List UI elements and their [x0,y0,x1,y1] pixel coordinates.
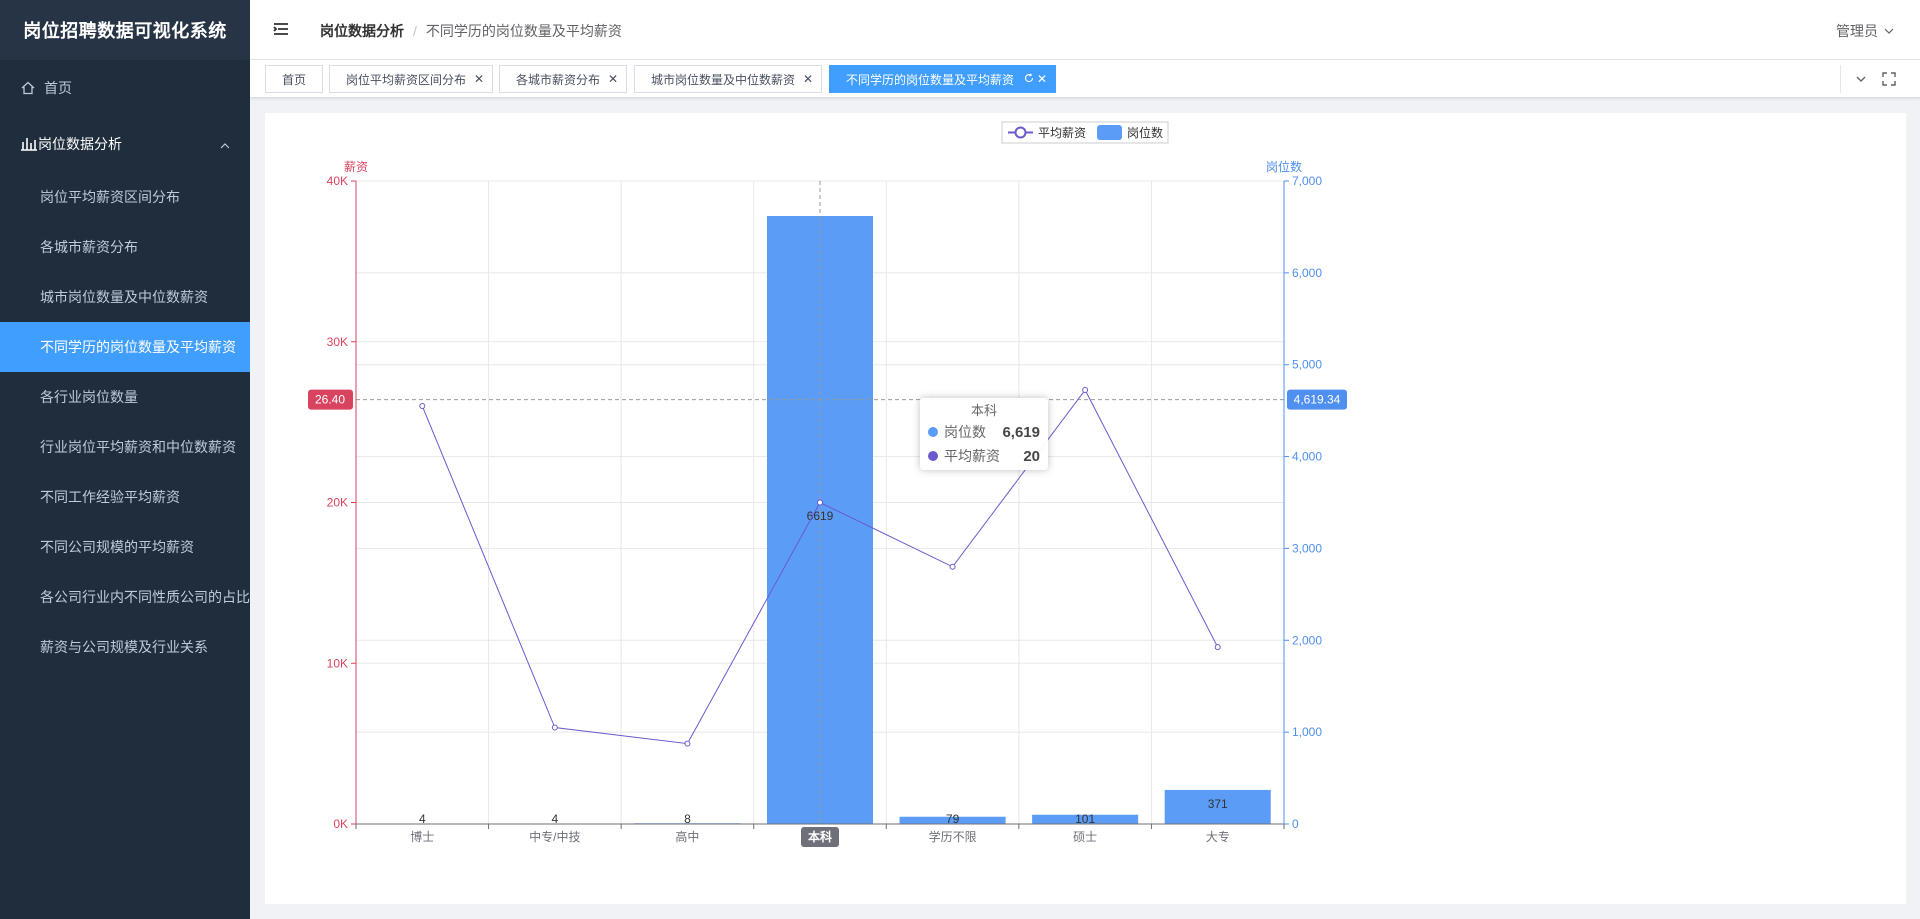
sidebar-submenu: 岗位平均薪资区间分布 各城市薪资分布 城市岗位数量及中位数薪资 不同学历的岗位数… [0,172,250,672]
sidebar-item-label: 首页 [44,80,72,96]
sidebar-item-experience[interactable]: 不同工作经验平均薪资 [0,472,250,522]
right-axis-tick-label: 6,000 [1292,266,1322,280]
tag-label: 岗位平均薪资区间分布 [346,72,467,87]
tooltip-title: 本科 [970,403,997,418]
x-axis-tick-label: 学历不限 [929,829,977,844]
x-axis-tick-label: 高中 [675,829,699,844]
tag-home[interactable]: 首页 [265,65,324,93]
sidebar-group-label: 岗位数据分析 [38,136,122,152]
sidebar-item-salary-relation[interactable]: 薪资与公司规模及行业关系 [0,622,250,672]
sidebar-item-home[interactable]: 首页 [0,60,250,116]
right-axis-tick-label: 1,000 [1292,725,1322,739]
salary-point [419,403,426,410]
salary-point [817,499,823,506]
sidebar-item-education[interactable]: 不同学历的岗位数量及平均薪资 [0,322,250,372]
chevron-up-icon [220,138,230,154]
x-axis-tick-label: 硕士 [1073,830,1097,844]
x-axis-tick-label: 博士 [410,829,434,844]
salary-point [684,740,691,747]
close-icon[interactable]: ✕ [803,72,813,86]
close-icon[interactable]: ✕ [1037,72,1047,86]
hamburger-icon[interactable] [272,20,290,38]
tooltip-series-name: 平均薪资 [944,448,1000,464]
tag-education[interactable]: 不同学历的岗位数量及平均薪资 ✕ [829,65,1057,93]
breadcrumb-parent: 岗位数据分析 [320,23,404,39]
salary-point [1082,386,1089,393]
left-axis-tick-label: 30K [327,335,348,349]
right-axis-tick-label: 7,000 [1292,174,1322,188]
breadcrumb: 岗位数据分析 / 不同学历的岗位数量及平均薪资 [320,21,622,41]
tag-city-salary[interactable]: 各城市薪资分布 ✕ [499,65,628,93]
tooltip-series-name: 岗位数 [944,424,986,440]
chart-card: 4 4 8 6619 79 101 371 0K 10K 20K 30K 40K 0 1,000 2,000… [265,113,1906,904]
user-name: 管理员 [1836,23,1878,39]
tag-city-jobs-median[interactable]: 城市岗位数量及中位数薪资 ✕ [634,65,823,93]
tags-view: 首页 岗位平均薪资区间分布 ✕ 各城市薪资分布 ✕ 城市岗位数量及中位数薪资 ✕… [250,60,1920,98]
left-axis-name: 薪资 [344,160,368,174]
sidebar-item-city-salary[interactable]: 各城市薪资分布 [0,222,250,272]
left-axis-tick-label: 20K [327,496,348,510]
right-axis-tick-label: 5,000 [1292,358,1322,372]
series-dot [928,427,938,437]
bar-chart-icon [20,135,38,154]
close-icon[interactable]: ✕ [608,72,618,86]
breadcrumb-separator: / [413,23,417,39]
tooltip-series-value: 20 [1023,447,1040,465]
salary-point [949,563,956,570]
legend-line-marker [1014,126,1027,139]
tooltip-row-jobs: 岗位数 6,619 [928,420,1040,444]
tag-label: 首页 [282,72,307,87]
legend-label: 岗位数 [1127,125,1163,140]
navbar: 岗位数据分析 / 不同学历的岗位数量及平均薪资 管理员 [250,0,1920,60]
legend-label: 平均薪资 [1038,126,1086,140]
sidebar-item-industry-jobs[interactable]: 各行业岗位数量 [0,372,250,422]
bar-data-label: 6619 [807,509,834,523]
legend-bar-symbol [1097,125,1122,140]
education-chart[interactable]: 4 4 8661979 1013710K10K20K30K40K01,0002,000… [265,113,1906,904]
right-axis-tick-label: 4,000 [1292,450,1322,464]
bar-data-label: 371 [1208,797,1228,811]
home-icon [20,80,36,96]
fullscreen-icon[interactable] [1881,71,1897,87]
refresh-icon[interactable] [1024,72,1034,86]
axis-pointer-left-label: 26.40 [315,393,345,407]
salary-point [1214,644,1221,651]
right-axis-tick-label: 3,000 [1292,541,1322,555]
breadcrumb-current: 不同学历的岗位数量及平均薪资 [425,23,622,39]
left-axis-tick-label: 0K [333,817,348,831]
chart-tooltip: 本科 岗位数 6,619 平均薪资 20 [920,398,1048,470]
tag-label: 各城市薪资分布 [516,72,601,87]
chevron-down-icon [1884,23,1894,39]
tag-label: 城市岗位数量及中位数薪资 [651,72,796,87]
sidebar-item-salary-range[interactable]: 岗位平均薪资区间分布 [0,172,250,222]
tooltip-row-salary: 平均薪资 20 [928,444,1040,468]
sidebar-item-company-size[interactable]: 不同公司规模的平均薪资 [0,522,250,572]
sidebar-item-city-jobs-median[interactable]: 城市岗位数量及中位数薪资 [0,272,250,322]
left-axis-tick-label: 10K [327,656,348,670]
right-axis-tick-label: 2,000 [1292,633,1322,647]
user-menu[interactable]: 管理员 [1836,21,1894,41]
close-icon[interactable]: ✕ [474,72,484,86]
series-dot [928,451,938,461]
tooltip-series-value: 6,619 [1002,423,1040,441]
tag-tools [1840,65,1920,93]
sidebar: 岗位招聘数据可视化系统 首页 岗位数据分析 岗位平均薪资区间分布 各城市薪资分布… [0,0,250,919]
right-axis-tick-label: 0 [1292,817,1299,831]
salary-point [551,724,558,731]
sidebar-item-industry-salary[interactable]: 行业岗位平均薪资和中位数薪资 [0,422,250,472]
x-axis-tick-label: 本科 [808,829,832,844]
sidebar-item-company-nature[interactable]: 各公司行业内不同性质公司的占比 [0,572,250,622]
left-axis-tick-label: 40K [327,174,348,188]
app-title: 岗位招聘数据可视化系统 [0,0,250,60]
tag-salary-range[interactable]: 岗位平均薪资区间分布 ✕ [329,65,494,93]
x-axis-tick-label: 中专/中技 [529,829,580,844]
chevron-down-icon[interactable] [1853,71,1869,87]
tag-label: 不同学历的岗位数量及平均薪资 [846,72,1015,87]
right-axis-name: 岗位数 [1266,159,1302,174]
sidebar-group-job-analysis[interactable]: 岗位数据分析 [0,116,250,172]
axis-pointer-right-label: 4,619.34 [1294,393,1341,407]
x-axis-tick-label: 大专 [1206,829,1230,844]
